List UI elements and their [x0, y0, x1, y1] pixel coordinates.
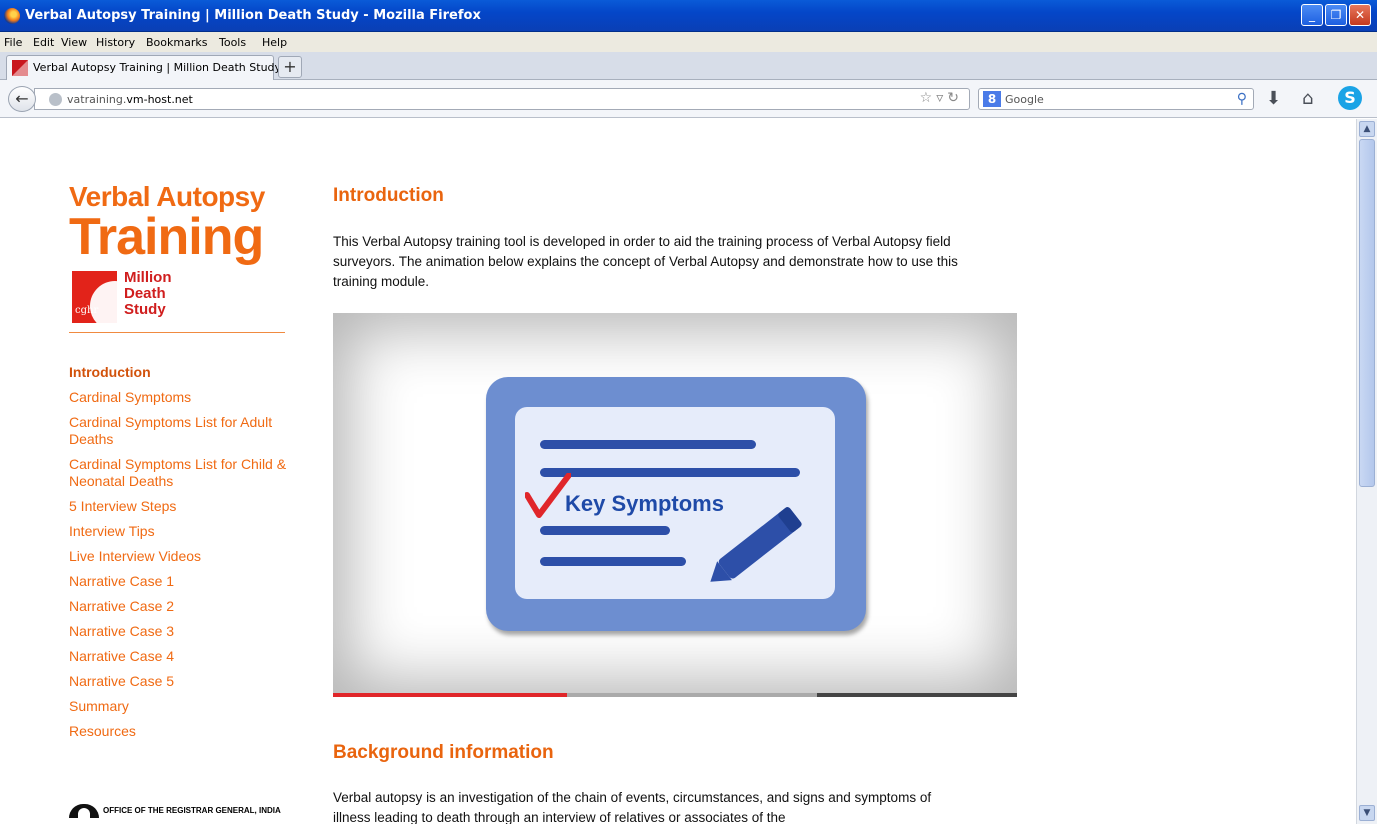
- url-text: vatraining.vm-host.net: [67, 93, 193, 106]
- download-icon[interactable]: ⬇: [1266, 88, 1281, 109]
- pencil-icon: [710, 507, 802, 582]
- menu-view[interactable]: View: [61, 36, 87, 49]
- new-tab-button[interactable]: +: [278, 56, 302, 78]
- back-arrow-icon: ←: [15, 89, 29, 108]
- menu-edit[interactable]: Edit: [33, 36, 54, 49]
- sidebar-item-narrative-2[interactable]: Narrative Case 2: [69, 598, 299, 615]
- bookmark-star-icon[interactable]: ☆: [920, 90, 937, 106]
- scroll-down-icon[interactable]: ▼: [1359, 805, 1375, 821]
- tab-strip: Verbal Autopsy Training | Million Death …: [0, 52, 1377, 80]
- home-icon[interactable]: ⌂: [1302, 88, 1313, 109]
- sidebar-item-interview-tips[interactable]: Interview Tips: [69, 523, 299, 540]
- sidebar-item-summary[interactable]: Summary: [69, 698, 299, 715]
- menu-history[interactable]: History: [96, 36, 135, 49]
- video-progress-played[interactable]: [333, 693, 567, 697]
- window-title: Verbal Autopsy Training | Million Death …: [25, 8, 481, 23]
- url-bar-tools: ☆▿↻: [920, 90, 963, 106]
- maximize-button[interactable]: ❐: [1325, 4, 1347, 26]
- site-favicon-icon: [12, 60, 28, 76]
- page-content: Verbal Autopsy Training cghr Million Dea…: [0, 119, 1356, 824]
- reload-icon[interactable]: ↻: [947, 90, 963, 106]
- scroll-thumb[interactable]: [1359, 139, 1375, 487]
- cghr-logo: cghr: [72, 271, 117, 323]
- sidebar-item-cardinal-child[interactable]: Cardinal Symptoms List for Child & Neona…: [69, 456, 299, 490]
- menu-help[interactable]: Help: [262, 36, 287, 49]
- url-bar[interactable]: vatraining.vm-host.net ☆▿↻: [34, 88, 970, 110]
- sidebar-item-interview-steps[interactable]: 5 Interview Steps: [69, 498, 299, 515]
- million-death-study-logo: Million Death Study: [124, 269, 172, 318]
- sidebar-item-narrative-1[interactable]: Narrative Case 1: [69, 573, 299, 590]
- search-input[interactable]: Google: [1005, 93, 1044, 106]
- vertical-scrollbar[interactable]: ▲ ▼: [1356, 119, 1377, 824]
- tab-verbal-autopsy[interactable]: Verbal Autopsy Training | Million Death …: [6, 55, 281, 80]
- globe-icon: [49, 93, 62, 106]
- firefox-logo-icon: [4, 8, 20, 24]
- sidebar-item-live-videos[interactable]: Live Interview Videos: [69, 548, 299, 565]
- menu-bookmarks[interactable]: Bookmarks: [146, 36, 207, 49]
- sidebar-item-narrative-3[interactable]: Narrative Case 3: [69, 623, 299, 640]
- sidebar-item-introduction[interactable]: Introduction: [69, 364, 299, 381]
- background-text: Verbal autopsy is an investigation of th…: [333, 790, 932, 824]
- skype-icon[interactable]: S: [1338, 86, 1362, 110]
- menu-file[interactable]: File: [4, 36, 22, 49]
- logo-divider: [69, 332, 285, 333]
- google-engine-icon[interactable]: 8: [983, 91, 1001, 107]
- menu-bar: File Edit View History Bookmarks Tools H…: [0, 32, 1377, 52]
- video-progress-buffered[interactable]: [567, 693, 817, 697]
- scroll-up-icon[interactable]: ▲: [1359, 121, 1375, 137]
- intro-text: This Verbal Autopsy training tool is dev…: [333, 234, 958, 289]
- sidebar-item-narrative-4[interactable]: Narrative Case 4: [69, 648, 299, 665]
- window-titlebar: Verbal Autopsy Training | Million Death …: [0, 0, 1377, 32]
- video-illustration-card: Key Symptoms: [486, 377, 866, 631]
- sidebar-item-cardinal-symptoms[interactable]: Cardinal Symptoms: [69, 389, 299, 406]
- sidebar-item-narrative-5[interactable]: Narrative Case 5: [69, 673, 299, 690]
- back-button[interactable]: ←: [8, 86, 36, 112]
- history-dropdown-icon[interactable]: ▿: [936, 90, 947, 106]
- close-button[interactable]: ✕: [1349, 4, 1371, 26]
- minimize-button[interactable]: _: [1301, 4, 1323, 26]
- sidebar-item-resources[interactable]: Resources: [69, 723, 299, 740]
- search-icon[interactable]: ⚲: [1237, 91, 1247, 107]
- navigation-bar: vatraining.vm-host.net ☆▿↻ ← 8 Google ⚲ …: [0, 80, 1377, 118]
- search-bar[interactable]: 8 Google ⚲: [978, 88, 1254, 110]
- intro-heading: Introduction: [333, 185, 444, 206]
- background-heading: Background information: [333, 742, 554, 763]
- emblem-icon: [69, 804, 99, 818]
- logo-title-line2: Training: [69, 208, 264, 266]
- video-progress-remaining[interactable]: [817, 693, 1017, 697]
- menu-tools[interactable]: Tools: [219, 36, 246, 49]
- intro-video-player[interactable]: Key Symptoms: [333, 313, 1017, 697]
- tab-label: Verbal Autopsy Training | Million Death …: [33, 61, 282, 74]
- sidebar-item-cardinal-adult[interactable]: Cardinal Symptoms List for Adult Deaths: [69, 414, 299, 448]
- sidebar-nav: Introduction Cardinal Symptoms Cardinal …: [69, 364, 299, 748]
